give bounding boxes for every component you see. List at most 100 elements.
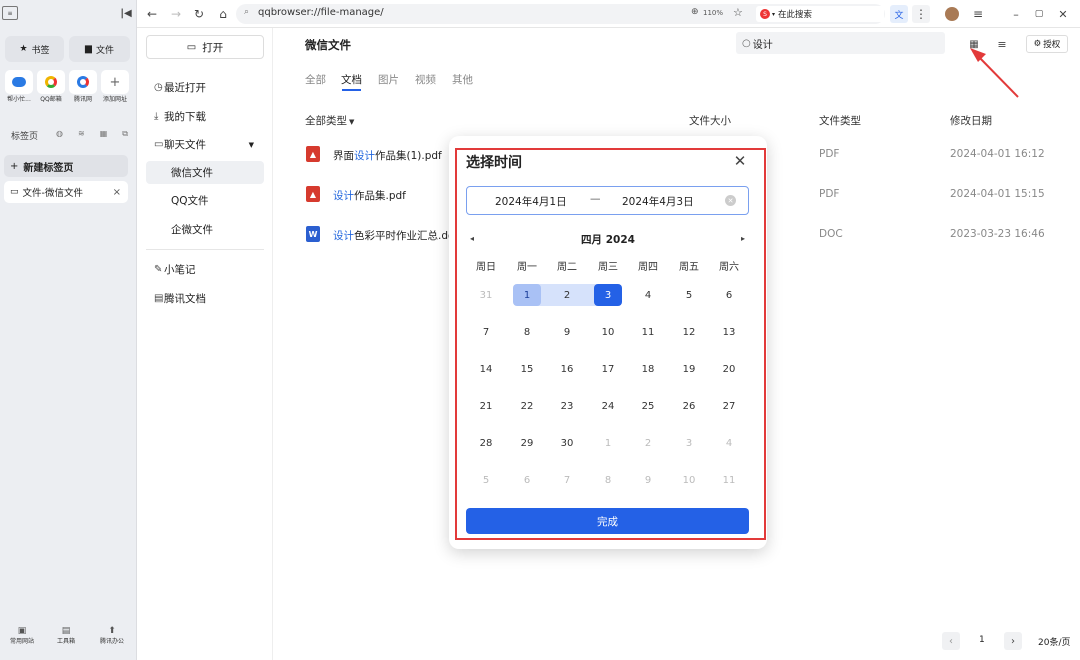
tab-tool-icon[interactable]: ≋ (78, 129, 85, 139)
page-number[interactable]: 1 (979, 635, 985, 645)
nav-wechat-files[interactable]: 微信文件 (146, 161, 264, 184)
forward-arrow-icon[interactable]: → (167, 5, 185, 23)
toolbox-icon: ▤ (61, 626, 71, 636)
search-input[interactable]: ○ 设计 (736, 32, 945, 54)
tab-docs[interactable]: 文档 (341, 72, 362, 87)
quick-link-mini[interactable]: 帮小忙... (3, 70, 35, 103)
star-icon: ★ (19, 44, 28, 54)
file-name: 设计色彩平时作业汇总.doc (333, 230, 451, 242)
folder-icon: ▆ (85, 44, 92, 54)
tab-tools: ◍ ≋ ▦ ⧉ (56, 129, 128, 139)
next-page-button[interactable]: › (1004, 632, 1022, 650)
plus-icon: + (10, 160, 19, 172)
nav-recent[interactable]: ◷ 最近打开 (146, 76, 264, 99)
office-icon: ⬆ (108, 626, 116, 636)
chevron-down-icon: ▾ (772, 10, 776, 18)
star-icon[interactable]: ☆ (733, 6, 743, 19)
home-icon[interactable]: ⌂ (214, 5, 232, 23)
new-tab-button[interactable]: + 新建标签页 (4, 155, 128, 177)
active-tab-underline (342, 89, 361, 91)
file-date: 2023-03-23 16:46 (950, 228, 1045, 240)
back-arrow-icon[interactable]: ← (143, 5, 161, 23)
page-title: 微信文件 (305, 38, 351, 52)
divider (146, 249, 264, 250)
files-button[interactable]: ▆ 文件 (69, 36, 130, 62)
bottom-tool-sites[interactable]: ▣ 常用网站 (3, 626, 41, 645)
close-icon[interactable]: × (113, 187, 121, 198)
minimize-icon[interactable]: – (1007, 5, 1025, 23)
search-engine-box[interactable]: S ▾ 在此搜索 (756, 6, 884, 22)
file-tab-icon: ▭ (10, 187, 19, 197)
file-name: 界面设计作品集(1).pdf (333, 150, 442, 162)
url-text: qqbrowser://file-manage/ (258, 7, 384, 18)
tab-tool-icon[interactable]: ▦ (100, 129, 108, 139)
tab-images[interactable]: 图片 (378, 72, 399, 87)
gear-icon: ⚙ (1033, 39, 1042, 49)
nav-downloads[interactable]: ⤓ 我的下载 (146, 105, 264, 128)
col-size[interactable]: 文件大小 (689, 113, 731, 128)
collapse-sidebar-icon[interactable]: |◀ (119, 6, 133, 20)
zoom-level[interactable]: 110% (703, 9, 723, 17)
bottom-tool-toolbox[interactable]: ▤ 工具箱 (47, 626, 85, 645)
translate-icon[interactable]: 文 (890, 5, 908, 23)
sogou-icon: S (760, 9, 770, 19)
highlight-box (455, 148, 766, 540)
mini-program-icon (5, 70, 33, 94)
tabs-section-title: 标签页 (11, 132, 39, 142)
nav-notes[interactable]: ✎ 小笔记 (146, 258, 264, 281)
tab-videos[interactable]: 视频 (415, 72, 436, 87)
nav-tencent-docs[interactable]: ▤ 腾讯文档 (146, 287, 264, 310)
quick-link-tencent[interactable]: 腾讯网 (67, 70, 99, 103)
menu-icon[interactable]: ≡ (969, 5, 987, 23)
sidebar-panel-icon[interactable]: ≡ (2, 6, 18, 20)
caret-down-icon: ▼ (349, 118, 355, 126)
more-vertical-icon[interactable]: ⋮ (912, 5, 930, 23)
browser-toolbar: ← → ↻ ⌂ ⌕ qqbrowser://file-manage/ ⊕ 110… (137, 0, 1080, 28)
file-name: 设计作品集.pdf (333, 190, 406, 202)
tab-all[interactable]: 全部 (305, 72, 326, 87)
auth-button[interactable]: ⚙ 授权 (1026, 35, 1068, 53)
file-date: 2024-04-01 15:15 (950, 188, 1045, 200)
sites-icon: ▣ (17, 626, 27, 636)
col-type[interactable]: 文件类型 (819, 113, 861, 128)
address-bar[interactable]: ⌕ qqbrowser://file-manage/ ⊕ 110% ☆ S ▾ … (236, 4, 885, 24)
col-date[interactable]: 修改日期 (950, 113, 992, 128)
annotation-arrow (970, 48, 1019, 98)
browser-sidebar: ≡ |◀ ★ 书签 ▆ 文件 帮小忙... QQ邮箱 腾讯网 + 添加网址 标签页 … (0, 0, 137, 660)
pdf-icon: ▲ (306, 186, 320, 202)
nav-wecom-files[interactable]: 企微文件 (146, 218, 264, 241)
tencent-icon (69, 70, 97, 94)
download-icon: ⤓ (154, 111, 159, 122)
zoom-icon: ⊕ (691, 7, 699, 17)
tab-other[interactable]: 其他 (452, 72, 473, 87)
file-date: 2024-04-01 16:12 (950, 148, 1045, 160)
quick-link-qqmail[interactable]: QQ邮箱 (35, 70, 67, 103)
type-filter[interactable]: 全部类型 ▼ (305, 113, 354, 128)
search-icon: ⌕ (244, 7, 250, 17)
docs-icon: ▤ (154, 293, 164, 304)
tab-tool-icon[interactable]: ⧉ (122, 129, 128, 139)
word-icon: W (306, 226, 320, 242)
avatar[interactable] (945, 7, 959, 21)
caret-down-icon: ▼ (248, 140, 254, 149)
prev-page-button[interactable]: ‹ (942, 632, 960, 650)
plus-icon: + (101, 70, 129, 94)
note-icon: ✎ (154, 264, 163, 275)
nav-qq-files[interactable]: QQ文件 (146, 189, 264, 212)
reload-icon[interactable]: ↻ (190, 5, 208, 23)
search-icon: ○ (742, 37, 751, 49)
open-button[interactable]: ▭ 打开 (146, 35, 264, 59)
nav-chat-files[interactable]: ▭ 聊天文件 ▼ (146, 133, 264, 156)
file-nav: ▭ 打开 ◷ 最近打开 ⤓ 我的下载 ▭ 聊天文件 ▼ 微信文件 QQ文件 企微文件 ✎ 小… (137, 28, 273, 660)
bottom-tool-office[interactable]: ⬆ 腾讯办公 (91, 626, 133, 645)
quick-link-add[interactable]: + 添加网址 (99, 70, 131, 103)
file-type: PDF (819, 148, 840, 160)
close-window-icon[interactable]: ✕ (1054, 5, 1072, 23)
tab-tool-icon[interactable]: ◍ (56, 129, 63, 139)
bookmarks-button[interactable]: ★ 书签 (5, 36, 64, 62)
open-tab[interactable]: ▭ 文件-微信文件 × (4, 181, 128, 203)
folder-icon: ▭ (186, 41, 197, 53)
maximize-icon[interactable]: ▢ (1030, 5, 1048, 23)
chat-icon: ▭ (154, 139, 164, 150)
page-size[interactable]: 20条/页 (1038, 635, 1071, 648)
